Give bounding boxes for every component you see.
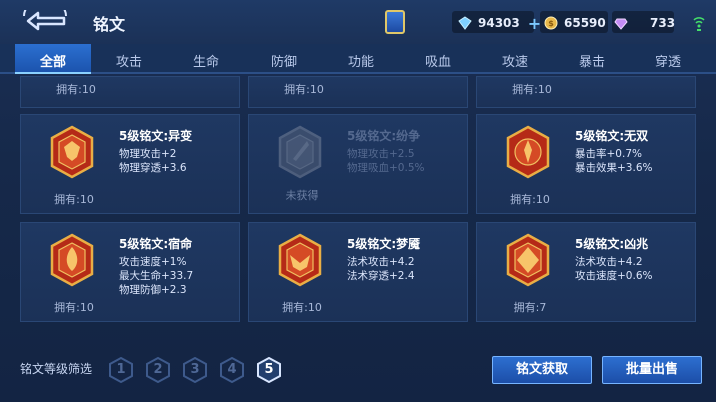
owned-count: 拥有:10 — [56, 83, 96, 96]
tab-function[interactable]: 功能 — [331, 51, 391, 70]
purple-gem-icon — [614, 18, 628, 30]
inscription-name: 5级铭文:宿命 — [119, 237, 193, 251]
inscription-stat: 暴击率+0.7% — [575, 148, 642, 160]
inscription-stat: 物理防御+2.3 — [119, 284, 187, 296]
inscription-name: 5级铭文:无双 — [575, 129, 649, 143]
tab-attack[interactable]: 攻击 — [99, 51, 159, 70]
bulk-sell-button[interactable]: 批量出售 — [602, 356, 702, 384]
inscription-name: 5级铭文:梦魇 — [347, 237, 421, 251]
inscription-stat: 暴击效果+3.6% — [575, 162, 653, 174]
owned-count: 拥有:10 — [510, 193, 550, 206]
inscription-stat: 物理穿透+3.6 — [119, 162, 187, 174]
tab-penetration[interactable]: 穿透 — [638, 51, 698, 70]
inscription-emblem-icon — [278, 125, 322, 179]
inscription-stat: 物理攻击+2 — [119, 148, 177, 160]
level-filter-1[interactable]: 1 — [109, 356, 133, 384]
gem-currency: 733 — [614, 13, 675, 33]
inscription-card-top-2[interactable]: 拥有:10 — [248, 76, 468, 108]
inscription-stat: 最大生命+33.7 — [119, 270, 194, 282]
inscription-name: 5级铭文:凶兆 — [575, 237, 649, 251]
inscription-name: 5级铭文:异变 — [119, 129, 193, 143]
inscription-stat: 攻击速度+0.6% — [575, 270, 653, 282]
inscription-card-mengyan[interactable]: 5级铭文:梦魇 法术攻击+4.2 法术穿透+2.4 拥有:10 — [248, 222, 468, 322]
inscription-emblem-icon — [278, 233, 322, 287]
inscription-card-fenzheng[interactable]: 5级铭文:纷争 物理攻击+2.5 物理吸血+0.5% 未获得 — [248, 114, 468, 214]
owned-count: 拥有:10 — [54, 193, 94, 206]
owned-count: 拥有:10 — [54, 301, 94, 314]
diamond-icon — [458, 16, 472, 30]
inscription-stat: 法术攻击+4.2 — [575, 256, 643, 268]
signal-icon — [693, 17, 705, 31]
inscription-stat: 法术穿透+2.4 — [347, 270, 415, 282]
inscription-emblem-icon — [506, 233, 550, 287]
owned-count: 拥有:10 — [512, 83, 552, 96]
inscription-card-xiongzhao[interactable]: 5级铭文:凶兆 法术攻击+4.2 攻击速度+0.6% 拥有:7 — [476, 222, 696, 322]
inscription-card-yibian[interactable]: 5级铭文:异变 物理攻击+2 物理穿透+3.6 拥有:10 — [20, 114, 240, 214]
svg-text:$: $ — [548, 19, 554, 28]
level-filter-3[interactable]: 3 — [183, 356, 207, 384]
tab-crit[interactable]: 暴击 — [562, 51, 622, 70]
tab-defense[interactable]: 防御 — [254, 51, 314, 70]
tab-health[interactable]: 生命 — [176, 51, 236, 70]
inscription-stat: 攻击速度+1% — [119, 256, 187, 268]
diamond-currency: 94303 + — [458, 13, 541, 33]
inscription-card-suming[interactable]: 5级铭文:宿命 攻击速度+1% 最大生命+33.7 物理防御+2.3 拥有:10 — [20, 222, 240, 322]
level-filter-2[interactable]: 2 — [146, 356, 170, 384]
inscription-emblem-icon — [50, 233, 94, 287]
tab-attack-speed[interactable]: 攻速 — [485, 51, 545, 70]
level-filter-4[interactable]: 4 — [220, 356, 244, 384]
inscription-stat: 物理攻击+2.5 — [347, 148, 415, 160]
gold-amount: 65590 — [564, 16, 606, 30]
inscription-card-top-3[interactable]: 拥有:10 — [476, 76, 696, 108]
get-inscription-button[interactable]: 铭文获取 — [492, 356, 592, 384]
tab-lifesteal[interactable]: 吸血 — [408, 51, 468, 70]
inscription-emblem-icon — [50, 125, 94, 179]
inscription-card-top-1[interactable]: 拥有:10 — [20, 76, 240, 108]
inscription-stat: 法术攻击+4.2 — [347, 256, 415, 268]
level-filter-5[interactable]: 5 — [257, 356, 281, 384]
tab-all[interactable]: 全部 — [23, 51, 83, 70]
owned-count: 拥有:10 — [284, 83, 324, 96]
not-obtained-label: 未获得 — [285, 189, 319, 202]
diamond-amount: 94303 — [478, 16, 520, 30]
inscription-stat: 物理吸血+0.5% — [347, 162, 425, 174]
gem-amount: 733 — [650, 16, 676, 30]
level-filter-label: 铭文等级筛选 — [20, 362, 93, 376]
back-arrow-icon[interactable] — [20, 10, 70, 32]
inscription-emblem-icon — [506, 125, 550, 179]
gold-currency: $ 65590 — [544, 13, 606, 33]
owned-count: 拥有:10 — [282, 301, 322, 314]
gold-coin-icon: $ — [544, 16, 558, 30]
top-bar: 铭文 94303 + $ 65590 733 — [0, 0, 716, 44]
page-title: 铭文 — [93, 15, 126, 34]
owned-count: 拥有:7 — [513, 301, 547, 314]
category-tabs: 全部 攻击 生命 防御 功能 吸血 攻速 暴击 穿透 — [0, 44, 716, 74]
inscription-card-wushuang[interactable]: 5级铭文:无双 暴击率+0.7% 暴击效果+3.6% 拥有:10 — [476, 114, 696, 214]
inscription-name: 5级铭文:纷争 — [347, 129, 421, 143]
inscription-book-icon[interactable] — [385, 10, 405, 34]
